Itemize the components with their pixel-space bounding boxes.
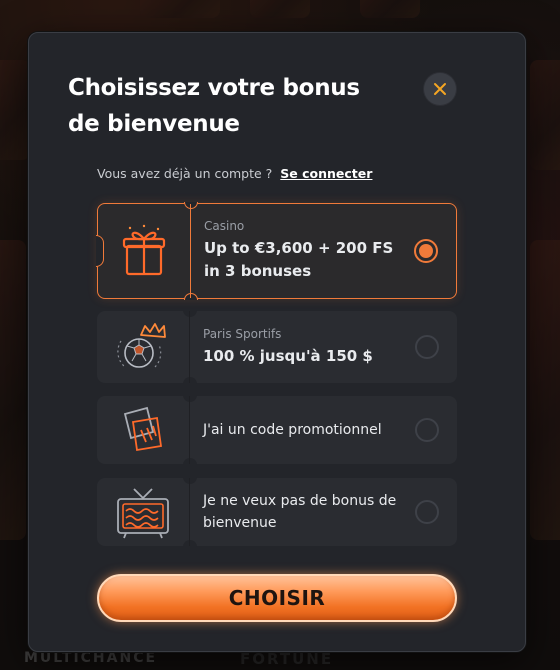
choose-button[interactable]: CHOISIR <box>97 574 457 622</box>
option-category: Paris Sportifs <box>203 326 282 341</box>
option-label: Up to €3,600 + 200 FS in 3 bonuses <box>204 239 394 280</box>
tv-icon <box>117 488 169 539</box>
option-radio[interactable] <box>415 418 439 442</box>
option-radio[interactable] <box>415 500 439 524</box>
option-radio[interactable] <box>414 239 438 263</box>
soccer-ball-crown-icon <box>117 323 166 368</box>
option-icon-zone <box>97 478 190 546</box>
gift-icon <box>122 224 166 276</box>
tickets-icon <box>123 406 163 452</box>
option-category: Casino <box>204 219 245 233</box>
modal-title: Choisissez votre bonus de bienvenue <box>68 75 360 137</box>
bonus-option-promo-code[interactable]: J'ai un code promotionnel <box>97 395 457 465</box>
close-button[interactable] <box>424 73 456 105</box>
option-icon-zone <box>98 204 191 298</box>
option-label: 100 % jusqu'à 150 $ <box>203 346 373 365</box>
option-text: Je ne veux pas de bonus de bienvenue <box>203 478 407 546</box>
close-icon <box>434 83 446 95</box>
bonus-option-no-bonus[interactable]: Je ne veux pas de bonus de bienvenue <box>97 477 457 547</box>
login-link[interactable]: Se connecter <box>280 166 372 181</box>
bonus-option-casino[interactable]: Casino Up to €3,600 + 200 FS in 3 bonuse… <box>96 202 457 300</box>
option-text: Paris Sportifs 100 % jusqu'à 150 $ <box>203 311 407 383</box>
bonus-option-sports[interactable]: Paris Sportifs 100 % jusqu'à 150 $ <box>97 310 457 384</box>
option-label: Je ne veux pas de bonus de bienvenue <box>203 493 397 531</box>
choose-button-label: CHOISIR <box>228 586 326 610</box>
radio-dot <box>419 244 433 258</box>
option-label: J'ai un code promotionnel <box>203 422 382 438</box>
option-icon-zone <box>97 311 190 383</box>
option-icon-zone <box>97 396 190 464</box>
option-radio[interactable] <box>415 335 439 359</box>
option-text: Casino Up to €3,600 + 200 FS in 3 bonuse… <box>204 204 406 298</box>
login-prompt-row: Vous avez déjà un compte ? Se connecter <box>97 166 372 181</box>
login-prompt: Vous avez déjà un compte ? <box>97 166 273 181</box>
option-text: J'ai un code promotionnel <box>203 396 407 464</box>
